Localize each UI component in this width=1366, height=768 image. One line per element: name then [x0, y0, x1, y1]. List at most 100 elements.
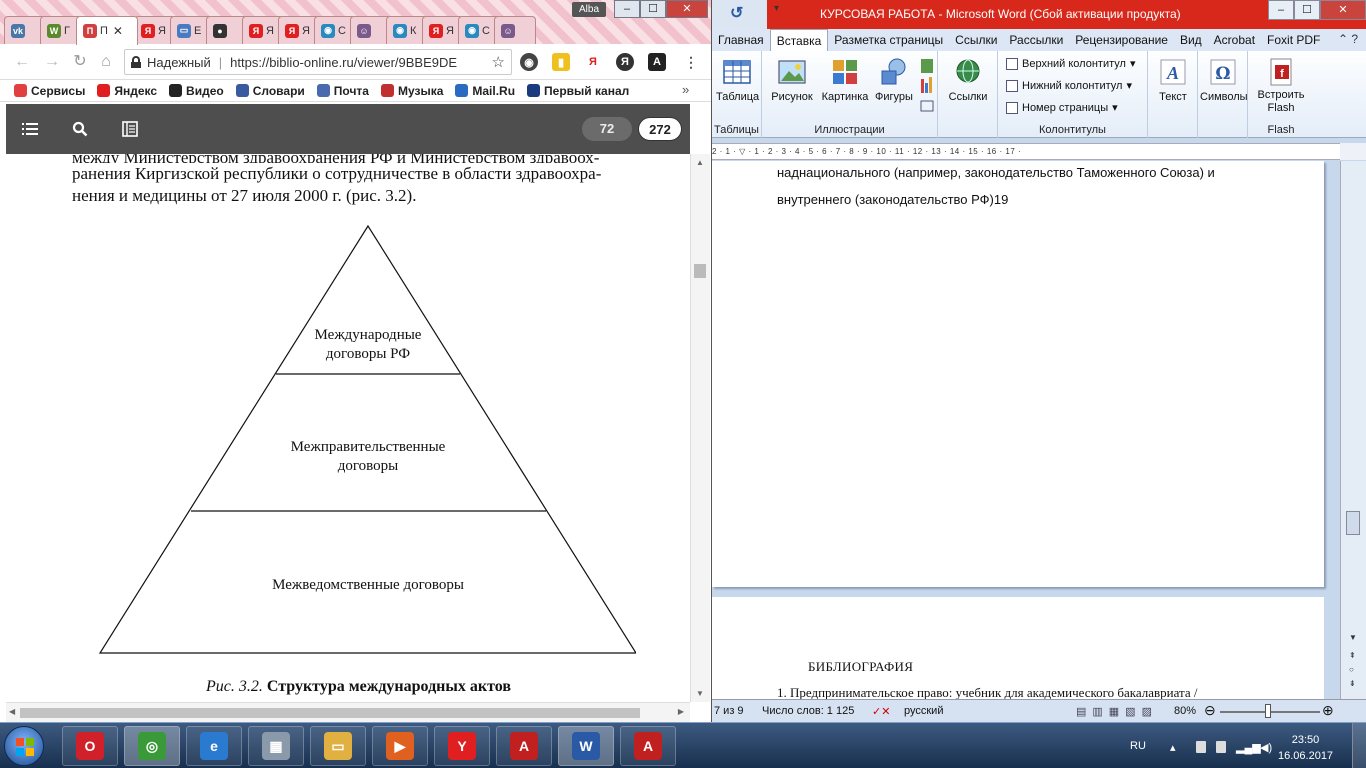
proofing-icon[interactable]: ✓✕	[872, 705, 890, 718]
scroll-thumb[interactable]	[20, 708, 640, 718]
tab-close-icon[interactable]: ✕	[113, 24, 123, 38]
next-page-icon[interactable]: ⇟	[1349, 679, 1356, 688]
search-icon[interactable]	[72, 121, 88, 137]
flash-drive-icon[interactable]	[1216, 741, 1226, 753]
scroll-left-icon[interactable]: ◀	[9, 707, 15, 716]
horizontal-ruler[interactable]: 2 · 1 · ▽ · 1 · 2 · 3 · 4 · 5 · 6 · 7 · …	[712, 143, 1340, 160]
undo-icon[interactable]: ↺	[712, 0, 767, 29]
taskbar-app-button[interactable]: W	[558, 726, 614, 766]
pdf-extension-icon[interactable]: A	[648, 53, 666, 71]
yandex-round-extension-icon[interactable]: Я	[616, 53, 634, 71]
ribbon-tab[interactable]: Acrobat	[1208, 29, 1261, 51]
document-page[interactable]: БИБЛИОГРАФИЯ 1. Предпринимательское прав…	[712, 597, 1324, 700]
help-icon[interactable]: ⌃ ?	[1330, 29, 1366, 51]
insert-text-button[interactable]: A Текст	[1152, 57, 1194, 103]
bookmark-item[interactable]: Сервисы	[14, 84, 85, 98]
ribbon-tab[interactable]: Рецензирование	[1069, 29, 1174, 51]
network-signal-icon[interactable]: ▂▄▆	[1236, 741, 1261, 754]
bookmarks-more-button[interactable]: »	[682, 82, 689, 97]
ribbon-tab[interactable]: Вид	[1174, 29, 1208, 51]
ribbon-tab[interactable]: Разметка страницы	[828, 29, 949, 51]
bookmark-item[interactable]: Почта	[316, 84, 369, 98]
taskbar-app-button[interactable]: ◎	[124, 726, 180, 766]
taskbar-app-button[interactable]: ▦	[248, 726, 304, 766]
browser-tab[interactable]: ☺	[494, 16, 536, 44]
insert-links-button[interactable]: Ссылки	[946, 57, 990, 103]
insert-picture-button[interactable]: Рисунок	[768, 57, 816, 103]
home-icon[interactable]: ⌂	[96, 52, 116, 72]
qat-dropdown-icon[interactable]: ▾	[774, 3, 782, 23]
taskbar-app-button[interactable]: e	[186, 726, 242, 766]
forward-arrow-icon[interactable]: →	[42, 52, 62, 72]
current-page-field[interactable]: 72	[582, 117, 632, 141]
scroll-down-icon[interactable]: ▼	[696, 689, 704, 698]
chrome-menu-icon[interactable]: ⋮	[682, 53, 700, 71]
word-vertical-scrollbar[interactable]: ▼ ⇞ ○ ⇟	[1340, 161, 1366, 699]
word-minimize-button[interactable]: –	[1268, 0, 1294, 20]
bookmark-extension-icon[interactable]: ▮	[552, 53, 570, 71]
zoom-slider-knob[interactable]	[1265, 704, 1272, 718]
contents-list-icon[interactable]	[22, 121, 38, 137]
zoom-in-icon[interactable]: ⊕	[1322, 702, 1334, 719]
bookmark-item[interactable]: Mail.Ru	[455, 84, 515, 98]
view-mode-icons[interactable]: ▤▥▦▧▨	[1076, 705, 1158, 718]
taskbar-app-button[interactable]: ▶	[372, 726, 428, 766]
scroll-thumb[interactable]	[694, 264, 706, 278]
page-view-icon[interactable]	[122, 121, 138, 137]
bookmark-item[interactable]: Видео	[169, 84, 224, 98]
insert-table-button[interactable]: Таблица	[716, 57, 759, 103]
bookmark-star-icon[interactable]: ☆	[492, 53, 505, 71]
show-hidden-icons-icon[interactable]: ▴	[1170, 741, 1176, 754]
zoom-level[interactable]: 80%	[1174, 705, 1196, 717]
chrome-maximize-button[interactable]: ☐	[640, 0, 666, 18]
bookmark-item[interactable]: Первый канал	[527, 84, 629, 98]
header-button[interactable]: Верхний колонтитул ▾	[1006, 57, 1135, 70]
previous-page-icon[interactable]: ⇞	[1349, 651, 1356, 660]
taskbar-app-button[interactable]: O	[62, 726, 118, 766]
zoom-out-icon[interactable]: ⊖	[1204, 702, 1216, 719]
taskbar-app-button[interactable]: ▭	[310, 726, 366, 766]
viewer-vertical-scrollbar[interactable]: ▲ ▼	[690, 154, 710, 702]
eye-extension-icon[interactable]: ◉	[520, 53, 538, 71]
viewer-horizontal-scrollbar[interactable]: ◀ ▶	[6, 702, 690, 722]
browser-tab[interactable]: П П ✕	[76, 16, 138, 45]
volume-icon[interactable]: ◀)	[1260, 741, 1272, 754]
system-clock[interactable]: 23:50 16.06.2017	[1278, 732, 1333, 764]
taskbar-app-button[interactable]: A	[496, 726, 552, 766]
ribbon-tab[interactable]: Вставка	[769, 29, 829, 51]
page-number-button[interactable]: Номер страницы ▾	[1006, 101, 1118, 114]
back-arrow-icon[interactable]: ←	[12, 52, 32, 72]
ruler-toggle-icon[interactable]	[1340, 143, 1366, 160]
ribbon-tab[interactable]: Foxit PDF	[1261, 29, 1326, 51]
scroll-down-icon[interactable]: ▼	[1349, 633, 1357, 642]
language-indicator[interactable]: русский	[904, 705, 943, 717]
taskbar-app-button[interactable]: Y	[434, 726, 490, 766]
insert-symbols-button[interactable]: Ω Символы	[1200, 57, 1248, 103]
scroll-up-icon[interactable]: ▲	[696, 158, 704, 167]
address-bar[interactable]: Надежный | https://biblio-online.ru/view…	[124, 49, 512, 75]
ribbon-tab[interactable]: Рассылки	[1003, 29, 1069, 51]
smartart-chart-icons[interactable]	[920, 57, 934, 117]
embed-flash-button[interactable]: f Встроить Flash	[1254, 57, 1308, 115]
ribbon-tab[interactable]: Главная	[712, 29, 770, 51]
browse-object-icon[interactable]: ○	[1349, 665, 1354, 674]
reload-icon[interactable]: ↻	[70, 52, 90, 72]
word-maximize-button[interactable]: ☐	[1294, 0, 1320, 20]
word-count[interactable]: Число слов: 1 125	[762, 705, 854, 717]
profile-badge[interactable]: Alba	[572, 2, 606, 17]
document-page[interactable]: наднационального (например, законодатель…	[712, 161, 1324, 587]
chrome-minimize-button[interactable]: –	[614, 0, 640, 18]
ribbon-tab[interactable]: Ссылки	[949, 29, 1003, 51]
word-close-button[interactable]: ✕	[1320, 0, 1366, 20]
chrome-close-button[interactable]: ✕	[666, 0, 708, 18]
bookmark-item[interactable]: Словари	[235, 84, 305, 98]
scroll-right-icon[interactable]: ▶	[678, 707, 684, 716]
show-desktop-button[interactable]	[1352, 723, 1366, 768]
insert-clipart-button[interactable]: Картинка	[818, 57, 872, 103]
bookmark-item[interactable]: Музыка	[380, 84, 443, 98]
taskbar-app-button[interactable]: A	[620, 726, 676, 766]
scroll-thumb[interactable]	[1346, 511, 1360, 535]
bookmark-item[interactable]: Яндекс	[97, 84, 157, 98]
yandex-extension-icon[interactable]: Я	[584, 53, 602, 71]
start-button[interactable]	[4, 726, 44, 766]
